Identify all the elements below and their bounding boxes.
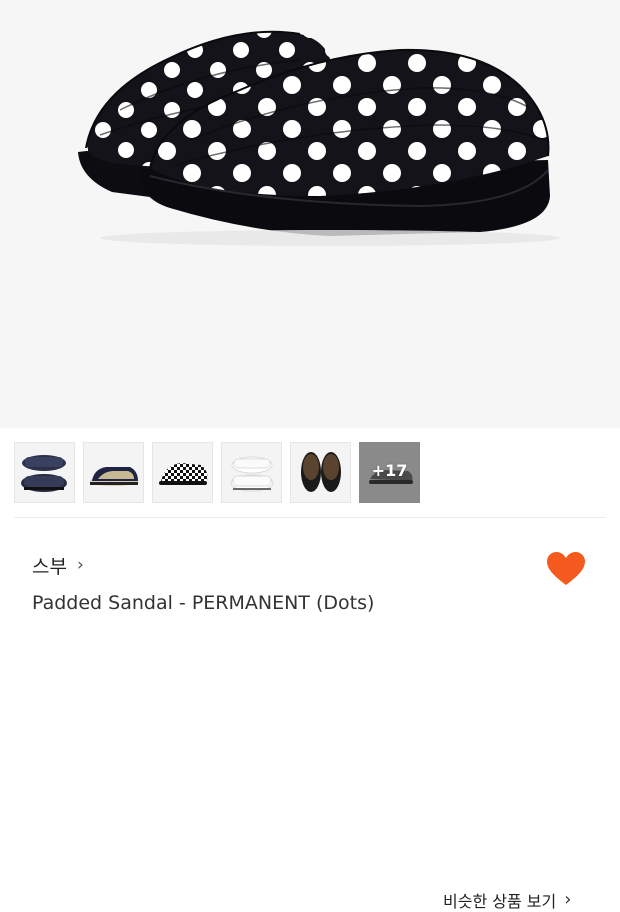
chevron-right-icon: › (564, 889, 572, 910)
product-image[interactable] (0, 0, 620, 428)
product-title: Padded Sandal - PERMANENT (Dots) (32, 592, 375, 614)
wishlist-button[interactable] (546, 551, 586, 587)
thumbnail-white-slippers[interactable] (221, 442, 282, 503)
checkered-slipper-image (153, 443, 212, 502)
polka-dot-sandals-image (78, 30, 560, 246)
thumbnail-checkered-slipper[interactable] (152, 442, 213, 503)
white-slippers-image (222, 443, 281, 502)
brown-slippers-image (291, 443, 350, 502)
thumbnail-navy-slippers[interactable] (14, 442, 75, 503)
brand-name: 스부 (32, 556, 67, 578)
view-similar-products-link[interactable]: 비슷한 상품 보기 › (443, 888, 571, 912)
heart-icon (547, 552, 585, 585)
brand-link[interactable]: 스부 › (32, 552, 84, 579)
beige-navy-slide-image (84, 443, 143, 502)
thumbnail-brown-slippers[interactable] (290, 442, 351, 503)
thumbnail-strip: +17 비슷한 상품 보기 › (0, 428, 620, 911)
view-similar-label: 비슷한 상품 보기 (443, 892, 557, 911)
thumbnail-beige-navy-slide[interactable] (83, 442, 144, 503)
navy-slippers-image (15, 443, 74, 502)
divider (14, 517, 606, 518)
thumbnail-more[interactable]: +17 (359, 442, 420, 503)
more-count-label: +17 (371, 461, 408, 480)
chevron-right-icon: › (76, 555, 84, 575)
